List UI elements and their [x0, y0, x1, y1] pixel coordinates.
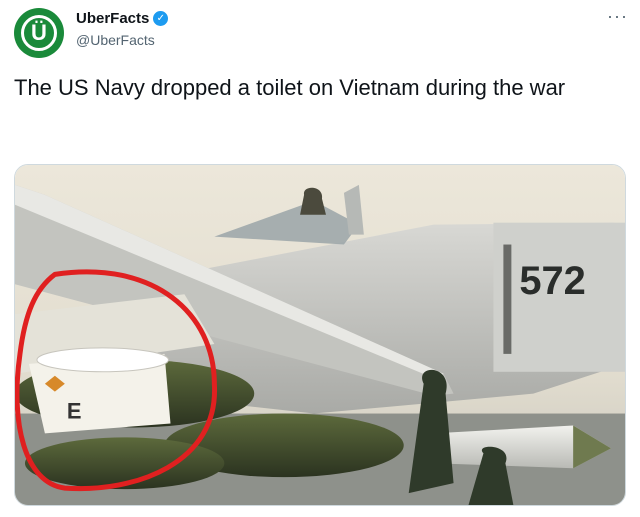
- avatar[interactable]: Ü: [14, 8, 64, 58]
- toilet-seat: [36, 347, 169, 373]
- tweet-card[interactable]: Ü UberFacts ✓ @UberFacts ··· The US Navy…: [0, 0, 640, 517]
- verified-badge-icon: ✓: [153, 11, 169, 26]
- toilet-marking: E: [67, 399, 82, 424]
- display-name[interactable]: UberFacts: [76, 10, 149, 27]
- aircraft-photo: 572 E: [15, 165, 625, 505]
- tweet-photo[interactable]: 572 E: [14, 164, 626, 506]
- author-name-row: UberFacts ✓: [76, 10, 169, 27]
- panel-line: [503, 244, 512, 354]
- aircraft-number: 572: [519, 259, 585, 303]
- tweet-text: The US Navy dropped a toilet on Vietnam …: [14, 75, 566, 100]
- user-handle[interactable]: @UberFacts: [76, 32, 155, 48]
- uberfacts-logo-icon: Ü: [21, 15, 57, 51]
- more-options-icon[interactable]: ···: [607, 6, 628, 27]
